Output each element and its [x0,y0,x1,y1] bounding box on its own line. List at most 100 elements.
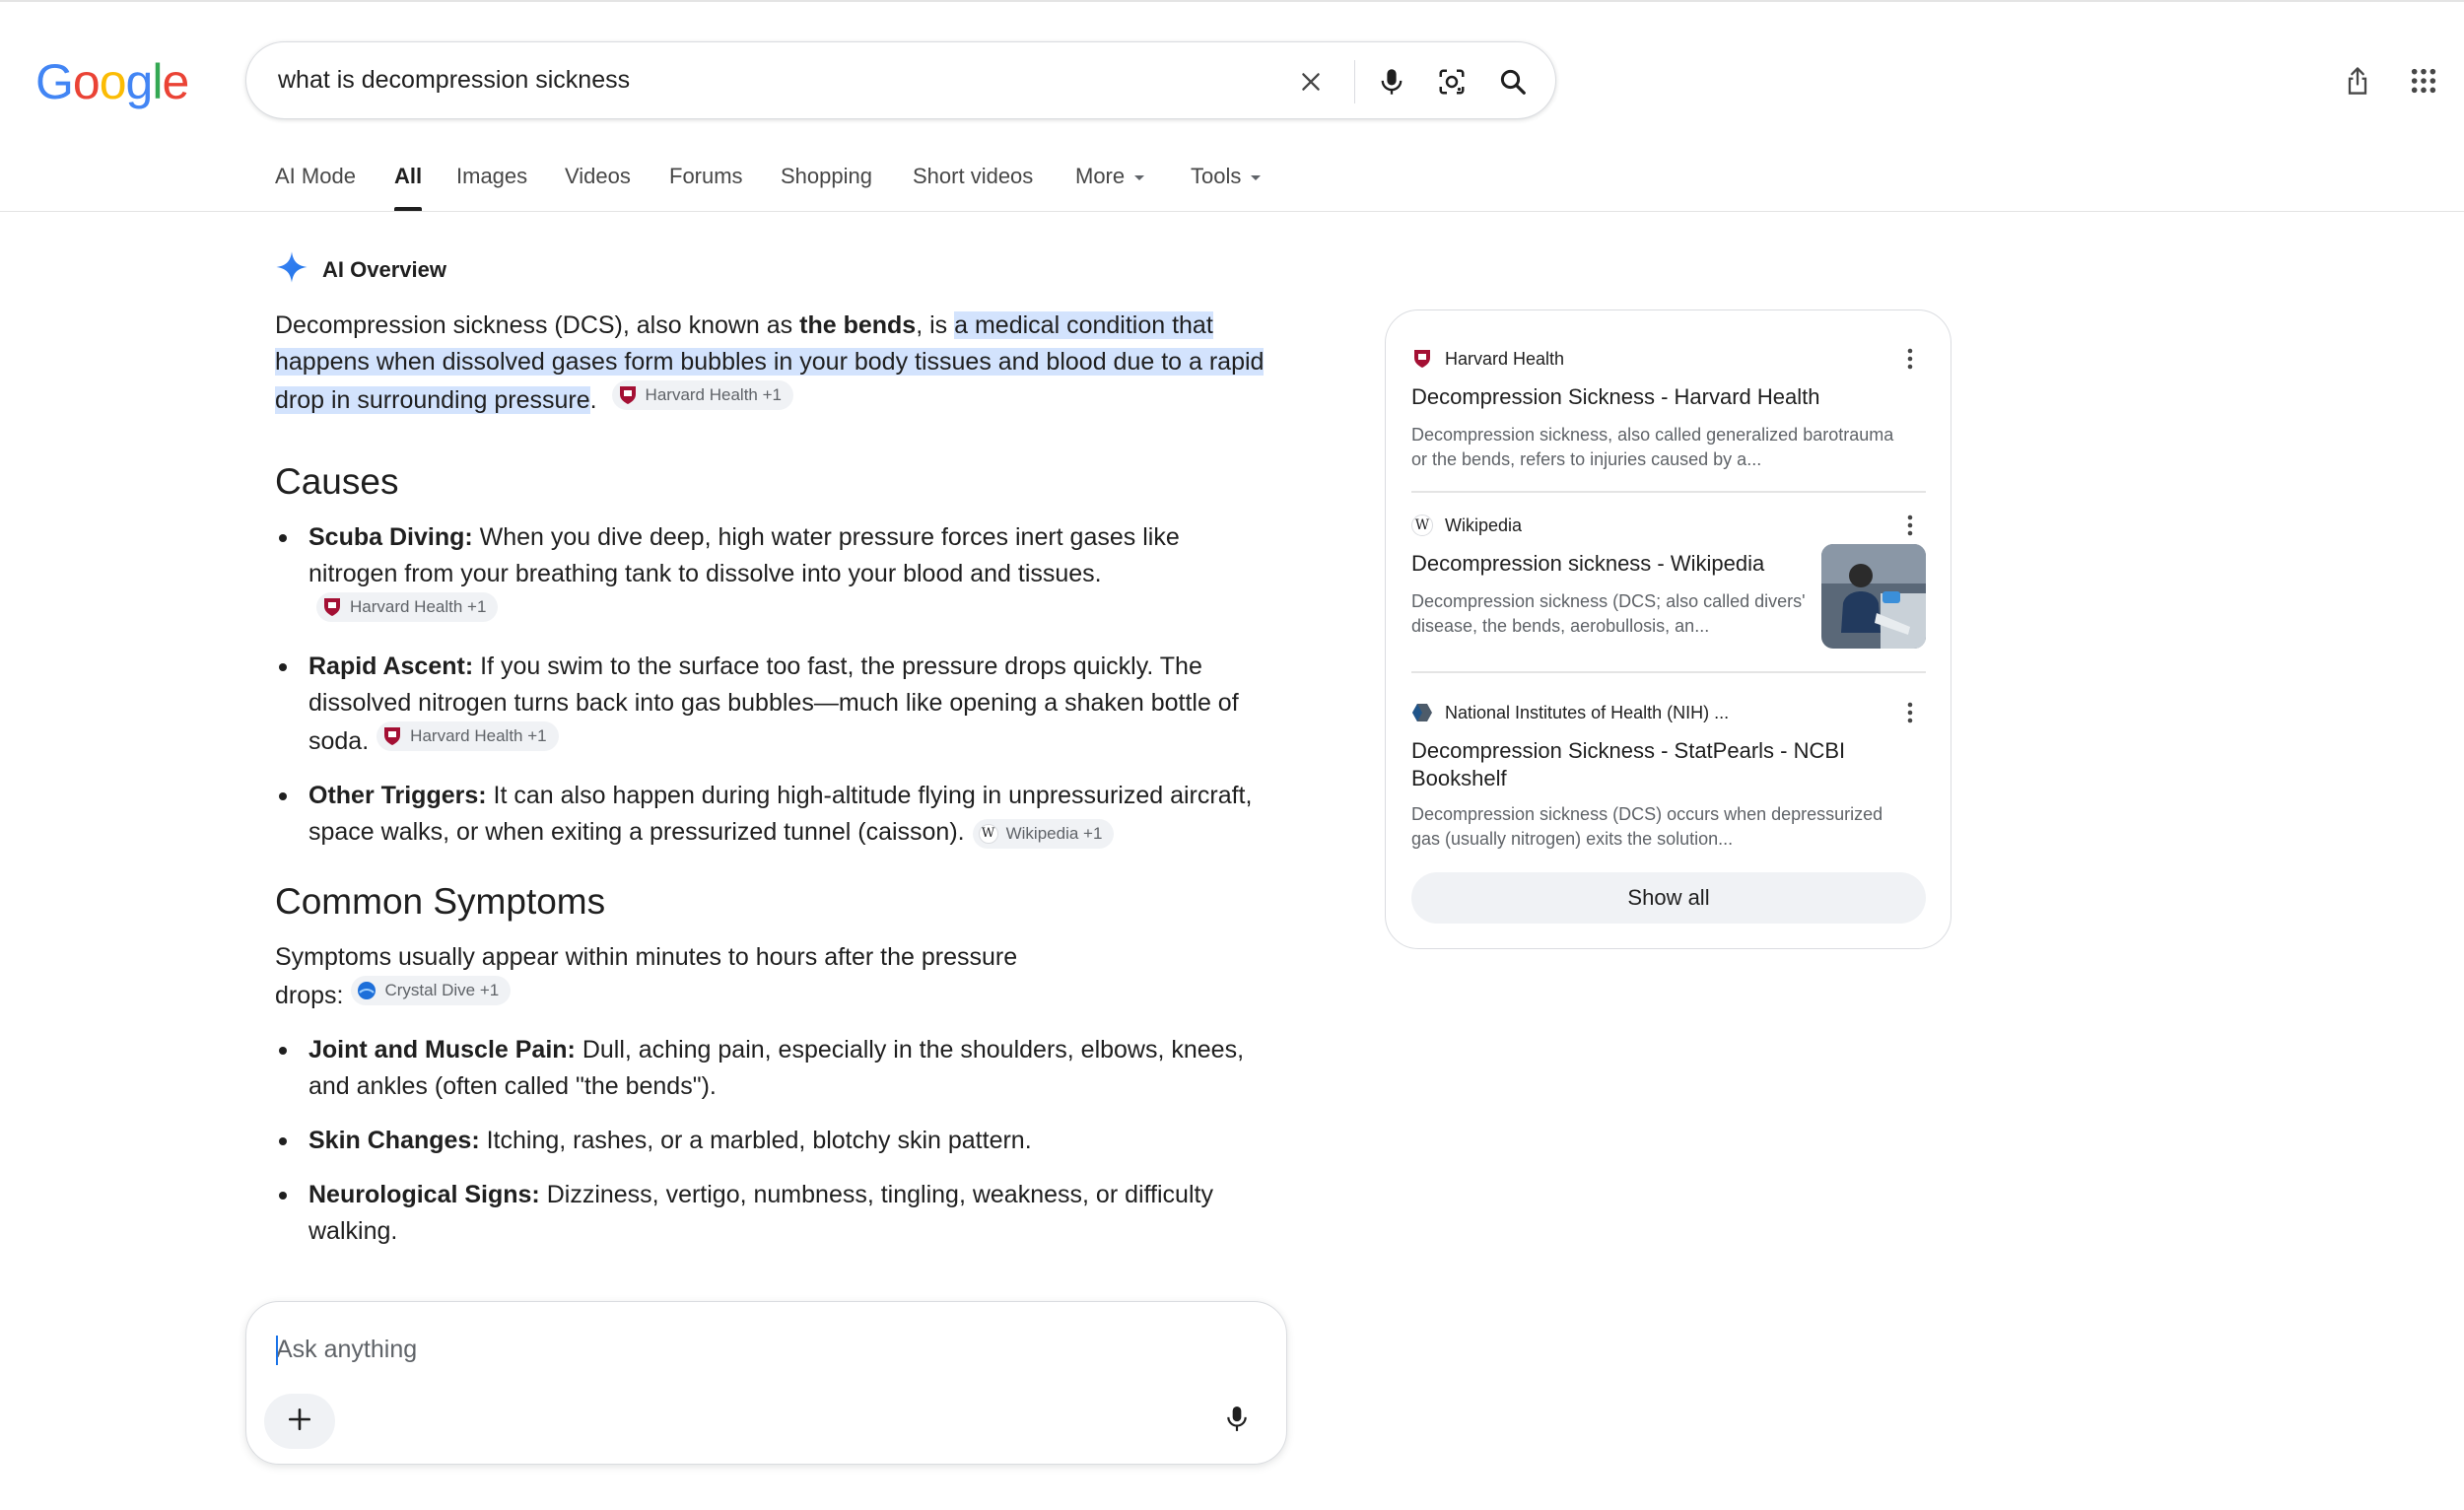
tab-shopping[interactable]: Shopping [781,164,872,189]
item-bold: Scuba Diving: [308,523,473,551]
camera-lens-icon[interactable] [1430,60,1473,103]
list-item: Rapid Ascent: If you swim to the surface… [275,649,1266,760]
add-button[interactable] [264,1394,335,1449]
symptoms-list: Joint and Muscle Pain: Dull, aching pain… [275,1032,1266,1250]
citation-chip-label: Crystal Dive +1 [384,981,500,999]
source-divider [1411,671,1926,673]
source-item-harvard[interactable]: Harvard Health Decompression Sickness - … [1411,348,1926,476]
source-title[interactable]: Decompression sickness - Wikipedia [1411,550,1806,578]
microphone-icon[interactable] [1215,1398,1259,1441]
search-box[interactable]: what is decompression sickness [245,41,1556,119]
citation-chip[interactable]: Harvard Health +1 [376,721,559,751]
intro-bold: the bends [799,311,917,339]
source-item-wikipedia[interactable]: W Wikipedia Decompression sickness - Wik… [1411,515,1926,652]
source-site-name: Harvard Health [1445,348,1565,369]
search-icon[interactable] [1491,60,1535,103]
source-item-nih[interactable]: National Institutes of Health (NIH) ... … [1411,702,1926,850]
tab-images[interactable]: Images [456,164,527,189]
citation-chip-label: Wikipedia +1 [1005,824,1103,843]
wikipedia-w-icon: W [978,824,998,844]
more-vert-icon[interactable] [1898,513,1922,538]
google-logo[interactable]: Google [35,53,189,110]
nih-hexagon-icon [1411,702,1433,723]
harvard-shield-icon [322,597,342,617]
symptoms-intro: Symptoms usually appear within minutes t… [275,939,1044,1014]
apps-grid-icon[interactable] [2402,59,2445,103]
causes-list: Scuba Diving: When you dive deep, high w… [275,519,1266,851]
item-bold: Rapid Ascent: [308,652,474,680]
symptoms-heading: Common Symptoms [275,881,606,922]
microphone-icon[interactable] [1370,60,1413,103]
list-item: Neurological Signs: Dizziness, vertigo, … [275,1177,1266,1250]
tabs-divider [0,211,2464,212]
source-snippet: Decompression sickness (DCS; also called… [1411,591,1806,636]
ai-overview-header: AI Overview [275,250,446,289]
source-snippet: Decompression sickness, also called gene… [1411,425,1894,469]
tab-tools-label: Tools [1191,164,1242,188]
logo-letter: G [35,54,74,109]
logo-letter: o [99,54,127,109]
tab-all[interactable]: All [394,164,422,189]
wikipedia-w-icon: W [1411,515,1433,536]
chevron-down-icon [1251,174,1262,180]
harvard-shield-icon [382,726,402,746]
source-site: National Institutes of Health (NIH) ... [1411,702,1729,723]
citation-chip-label: Harvard Health +1 [350,597,487,616]
list-item: Skin Changes: Itching, rashes, or a marb… [275,1123,1266,1159]
citation-chip[interactable]: Harvard Health +1 [316,592,499,622]
top-border [0,0,2464,2]
tab-forums[interactable]: Forums [669,164,743,189]
overview-intro: Decompression sickness (DCS), also known… [275,308,1266,419]
logo-letter: l [152,54,163,109]
plus-icon [287,1407,312,1437]
logo-letter: e [162,54,189,109]
ask-anything-box[interactable]: Ask anything [245,1301,1287,1465]
item-bold: Joint and Muscle Pain: [308,1036,576,1064]
source-snippet: Decompression sickness (DCS) occurs when… [1411,804,1883,849]
source-title[interactable]: Decompression Sickness - Harvard Health [1411,383,1820,411]
source-site-name: National Institutes of Health (NIH) ... [1445,702,1730,722]
search-divider [1354,60,1355,103]
list-item: Scuba Diving: When you dive deep, high w… [275,519,1266,631]
logo-letter: o [72,54,101,109]
tab-ai-mode[interactable]: AI Mode [275,164,356,189]
item-bold: Skin Changes: [308,1127,480,1154]
source-site-name: Wikipedia [1445,515,1523,535]
close-icon[interactable] [1289,60,1333,103]
tab-videos[interactable]: Videos [565,164,631,189]
intro-suffix: . [589,386,597,414]
citation-chip[interactable]: Crystal Dive +1 [351,976,512,1005]
item-bold: Other Triggers: [308,782,487,809]
ai-overview-content: Decompression sickness (DCS), also known… [275,308,1266,1268]
ai-overview-label: AI Overview [322,256,446,282]
source-site: Harvard Health [1411,348,1564,370]
tab-more[interactable]: More [1075,164,1145,189]
more-vert-icon[interactable] [1898,346,1922,372]
sparkle-icon [275,250,308,289]
sources-card: Harvard Health Decompression Sickness - … [1385,309,1951,949]
tab-more-label: More [1075,164,1126,188]
share-icon[interactable] [2336,59,2379,103]
list-item: Joint and Muscle Pain: Dull, aching pain… [275,1032,1266,1105]
tab-tools[interactable]: Tools [1191,164,1262,189]
source-thumbnail[interactable] [1821,544,1926,649]
source-divider [1411,491,1926,493]
source-site: W Wikipedia [1411,515,1522,536]
harvard-shield-icon [1411,348,1433,370]
search-input[interactable]: what is decompression sickness [278,66,630,95]
source-title[interactable]: Decompression Sickness - StatPearls - NC… [1411,737,1904,792]
harvard-shield-icon [618,385,638,405]
show-all-button[interactable]: Show all [1411,872,1926,924]
causes-heading: Causes [275,461,399,502]
item-text: Itching, rashes, or a marbled, blotchy s… [479,1127,1032,1154]
intro-middle: , is [916,311,955,339]
citation-chip[interactable]: W Wikipedia +1 [972,819,1115,849]
ask-input-placeholder[interactable]: Ask anything [276,1336,417,1364]
logo-letter: g [125,54,154,109]
more-vert-icon[interactable] [1898,700,1922,725]
tab-short-videos[interactable]: Short videos [913,164,1033,189]
citation-chip[interactable]: Harvard Health +1 [611,380,793,410]
text-cursor [276,1336,278,1365]
intro-prefix: Decompression sickness (DCS), also known… [275,311,800,339]
citation-chip-label: Harvard Health +1 [410,726,547,745]
